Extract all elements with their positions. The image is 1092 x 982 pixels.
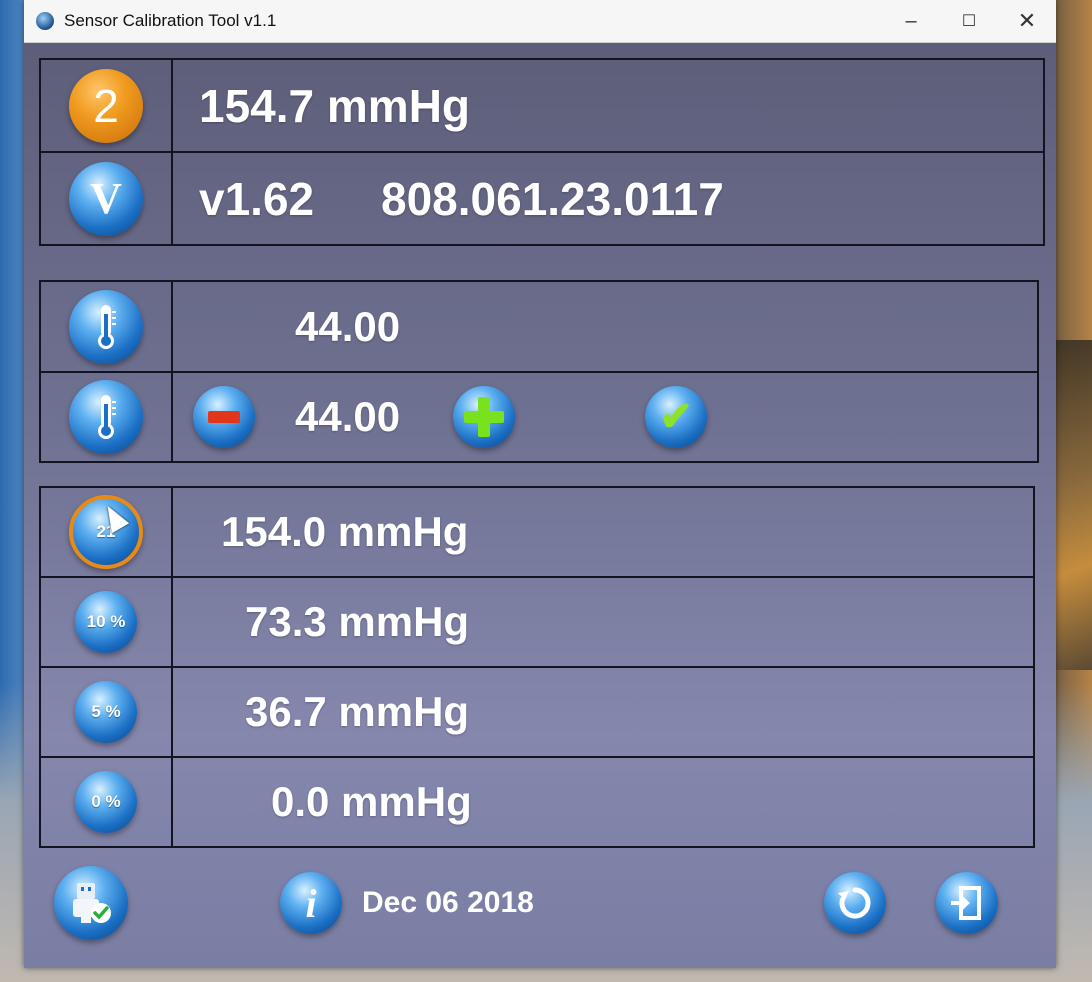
calibration-value-cell: 73.3 mmHg [173, 578, 1033, 666]
serial-number: 808.061.23.0117 [381, 172, 724, 225]
version-cell: v1.62 808.061.23.0117 [173, 153, 1043, 244]
title-bar[interactable]: Sensor Calibration Tool v1.1 – ☐ ✕ [24, 0, 1056, 43]
version-badge-letter: V [90, 174, 122, 223]
info-button[interactable]: i [280, 872, 342, 934]
calibration-value-cell: 0.0 mmHg [173, 758, 1033, 846]
calibration-point-10-button[interactable]: 10 % [75, 591, 137, 653]
pressure-cell: 154.7 mmHg [173, 60, 1043, 151]
thermometer-icon [69, 289, 143, 364]
measured-temperature-value: 44.00 [295, 302, 401, 350]
exit-icon [951, 886, 981, 920]
refresh-icon [838, 887, 871, 919]
refresh-button[interactable] [824, 872, 886, 934]
minus-icon [208, 411, 240, 423]
close-button[interactable]: ✕ [998, 0, 1056, 42]
measured-temperature-row: 44.00 [41, 282, 1037, 373]
version-row: V v1.62 808.061.23.0117 [41, 153, 1043, 244]
setpoint-temperature-row: 44.00 ✔ [41, 373, 1037, 461]
increase-temperature-button[interactable] [453, 386, 515, 448]
pressure-row: 2 154.7 mmHg [41, 60, 1043, 153]
window-title: Sensor Calibration Tool v1.1 [64, 11, 277, 30]
setpoint-temperature-cell: 44.00 ✔ [173, 373, 1037, 461]
setpoint-temperature-value: 44.00 [295, 393, 401, 440]
app-globe-icon [36, 12, 54, 30]
decrease-temperature-button[interactable] [193, 386, 255, 448]
calibration-row[interactable]: 5 % 36.7 mmHg [41, 668, 1033, 758]
calibration-value-cell: 36.7 mmHg [173, 668, 1033, 756]
maximize-button[interactable]: ☐ [940, 0, 998, 42]
calibration-icon-cell: 5 % [41, 668, 173, 756]
minimize-button[interactable]: – [882, 0, 940, 42]
calibration-icon-cell: 10 % [41, 578, 173, 666]
build-date: Dec 06 2018 [362, 886, 534, 919]
calibration-point-5-button[interactable]: 5 % [75, 681, 137, 743]
calibration-value-cell: 154.0 mmHg [173, 488, 1033, 576]
calibration-row[interactable]: 21 154.0 mmHg [41, 488, 1033, 578]
thermometer-icon [69, 380, 143, 454]
exit-button[interactable] [936, 872, 998, 934]
channel-icon-cell: 2 [41, 60, 173, 151]
calibration-point-label: 10 % [86, 612, 126, 631]
calibration-icon-cell: 21 [41, 488, 173, 576]
calibration-value: 73.3 mmHg [245, 598, 470, 645]
client-area: 2 154.7 mmHg V v1.62 808.061.23.0117 44.… [24, 43, 1056, 968]
device-info-panel: 2 154.7 mmHg V v1.62 808.061.23.0117 [39, 58, 1045, 246]
calibration-row[interactable]: 0 % 0.0 mmHg [41, 758, 1033, 846]
calibration-panel: 21 154.0 mmHg 10 % 73.3 mmHg 5 % 36.7 mm… [39, 486, 1035, 848]
channel-number: 2 [93, 79, 119, 132]
calibration-value: 0.0 mmHg [271, 778, 472, 825]
calibration-icon-cell: 0 % [41, 758, 173, 846]
calibration-point-label: 0 % [91, 792, 121, 811]
calibration-point-label: 5 % [91, 702, 121, 721]
info-icon: i [305, 880, 317, 926]
thermometer-cell-2 [41, 373, 173, 461]
measured-temperature-cell: 44.00 [173, 282, 1037, 371]
channel-number-badge: 2 [69, 68, 143, 143]
plus-icon [464, 397, 504, 437]
calibration-row[interactable]: 10 % 73.3 mmHg [41, 578, 1033, 668]
thermometer-cell-1 [41, 282, 173, 371]
footer-bar: i Dec 06 2018 [24, 863, 1056, 943]
calibration-value: 154.0 mmHg [221, 508, 469, 555]
version-icon: V [69, 161, 143, 236]
temperature-panel: 44.00 44.00 ✔ [39, 280, 1039, 463]
usb-connected-icon[interactable] [54, 866, 128, 940]
app-window: Sensor Calibration Tool v1.1 – ☐ ✕ 2 154… [24, 0, 1056, 968]
apply-temperature-button[interactable]: ✔ [645, 386, 707, 448]
check-icon: ✔ [659, 395, 693, 439]
firmware-version: v1.62 [199, 172, 315, 225]
current-pressure-value: 154.7 mmHg [199, 79, 471, 132]
version-icon-cell: V [41, 153, 173, 244]
calibration-point-0-button[interactable]: 0 % [75, 771, 137, 833]
calibration-value: 36.7 mmHg [245, 688, 470, 735]
